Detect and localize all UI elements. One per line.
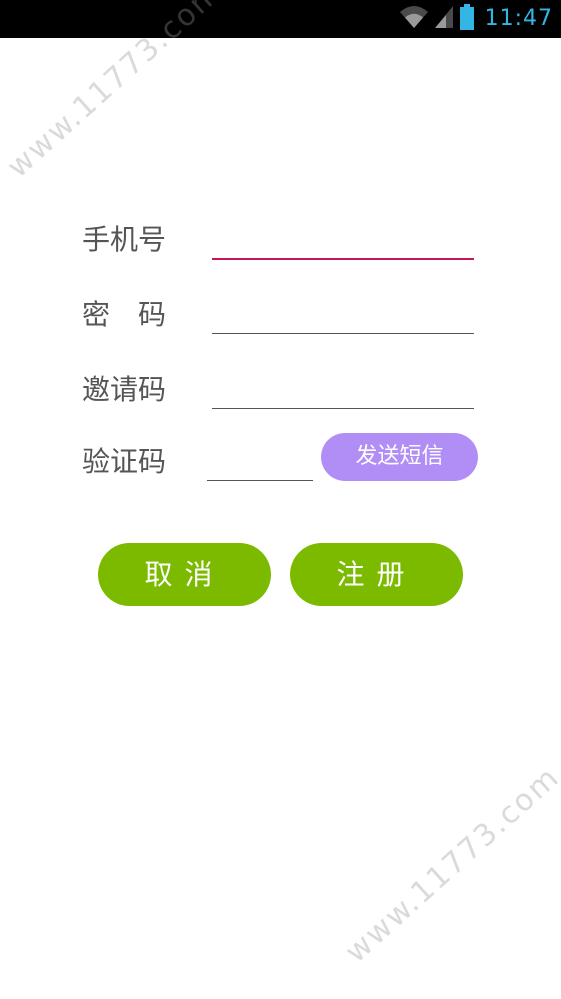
status-icons [399,4,475,34]
phone-input[interactable] [212,220,474,260]
register-screen: 11:47 www.11773.com www.11773.com 手机号 密 … [0,0,561,999]
code-label: 验证码 [82,445,167,478]
invite-input[interactable] [212,369,474,409]
password-input[interactable] [212,294,474,334]
watermark-bottom: www.11773.com [338,759,561,970]
status-bar: 11:47 [0,0,561,38]
phone-label: 手机号 [82,223,167,256]
code-input[interactable] [207,441,313,481]
invite-label: 邀请码 [82,373,167,406]
wifi-icon [399,4,429,34]
battery-icon [459,3,475,35]
cancel-button[interactable]: 取消 [98,543,271,606]
password-label: 密 码 [82,298,167,331]
status-time: 11:47 [484,6,553,31]
register-button[interactable]: 注册 [290,543,463,606]
send-sms-button[interactable]: 发送短信 [321,433,478,481]
signal-icon [433,4,455,34]
